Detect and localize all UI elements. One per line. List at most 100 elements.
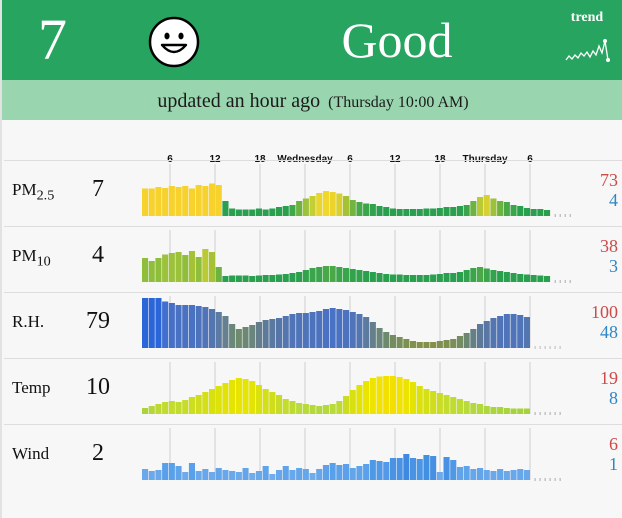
reading-bar <box>544 276 551 282</box>
row-divider <box>4 358 622 359</box>
reading-bar <box>363 464 370 480</box>
reading-bar <box>242 468 249 480</box>
metric-name: PM10 <box>12 246 51 270</box>
reading-bar <box>470 201 477 216</box>
empty-slot-tick <box>554 412 556 415</box>
reading-bar <box>235 378 242 414</box>
reading-bar <box>523 274 530 282</box>
reading-bar <box>142 188 149 216</box>
trend-button[interactable]: trend <box>558 8 618 68</box>
reading-bar <box>523 317 530 348</box>
reading-bar <box>497 271 504 282</box>
metric-row[interactable]: Temp 10 19 8 <box>2 358 622 424</box>
reading-bar <box>168 401 175 414</box>
metric-row[interactable]: PM10 4 38 3 <box>2 226 622 292</box>
reading-bar <box>463 270 470 282</box>
empty-slot-tick <box>544 346 546 349</box>
reading-bar <box>222 276 229 282</box>
update-status-bar: updated an hour ago (Thursday 10:00 AM) <box>2 80 622 120</box>
reading-bar <box>296 201 303 216</box>
metric-name: Temp <box>12 378 51 397</box>
reading-bar <box>296 313 303 348</box>
reading-bar <box>497 407 504 414</box>
reading-bar <box>403 275 410 282</box>
metric-row[interactable]: PM2.5 7 73 4 <box>2 160 622 226</box>
reading-bar <box>443 273 450 282</box>
update-absolute-time: (Thursday 10:00 AM) <box>328 94 469 111</box>
reading-bar <box>369 460 376 480</box>
reading-bar <box>436 393 443 414</box>
reading-bar <box>222 383 229 414</box>
reading-bar <box>302 270 309 282</box>
reading-bar <box>182 186 189 216</box>
metric-max-value: 19 <box>600 368 618 388</box>
reading-bar <box>229 380 236 414</box>
smiley-face-icon <box>148 16 200 68</box>
reading-bar <box>235 209 242 216</box>
reading-bar <box>530 209 537 216</box>
reading-bar <box>142 258 149 282</box>
reading-bar <box>369 322 376 348</box>
reading-bar <box>369 378 376 414</box>
reading-bar <box>302 198 309 216</box>
metric-name: R.H. <box>12 312 45 331</box>
reading-bar <box>410 209 417 216</box>
metric-row[interactable]: Wind 2 6 1 <box>2 424 622 490</box>
header-bar: 7 Good trend <box>2 0 622 80</box>
reading-bar <box>302 313 309 348</box>
reading-bar <box>416 386 423 414</box>
reading-bar <box>503 408 510 414</box>
reading-bar <box>195 306 202 348</box>
reading-bar <box>530 275 537 282</box>
reading-bar <box>470 403 477 414</box>
reading-bar <box>416 209 423 216</box>
reading-bar <box>490 407 497 414</box>
reading-bar <box>416 275 423 282</box>
reading-bar <box>229 275 236 282</box>
reading-bar <box>410 458 417 480</box>
reading-bar <box>369 272 376 282</box>
reading-bar <box>497 316 504 348</box>
reading-bar <box>255 471 262 480</box>
reading-bar <box>249 473 256 480</box>
reading-bar <box>222 470 229 480</box>
reading-bar <box>383 376 390 414</box>
reading-bar <box>235 329 242 348</box>
reading-bar <box>202 469 209 480</box>
empty-slot-tick <box>534 412 536 415</box>
reading-bar <box>155 258 162 282</box>
empty-slot-tick <box>559 412 561 415</box>
reading-bar <box>168 303 175 348</box>
reading-bar <box>456 336 463 348</box>
reading-bar <box>396 377 403 414</box>
reading-bar <box>389 208 396 216</box>
reading-bar <box>195 395 202 414</box>
metric-row[interactable]: R.H. 79 100 48 <box>2 292 622 358</box>
reading-bar <box>289 470 296 480</box>
metric-current-value: 4 <box>92 242 104 268</box>
reading-bar <box>470 469 477 480</box>
reading-bar <box>383 274 390 282</box>
reading-bar <box>175 305 182 348</box>
reading-bar <box>302 404 309 414</box>
metric-min-value: 3 <box>609 256 618 276</box>
reading-bar <box>242 379 249 414</box>
reading-bar <box>430 342 437 348</box>
reading-bar <box>262 209 269 216</box>
reading-bar <box>282 274 289 282</box>
reading-bar <box>182 305 189 348</box>
row-divider <box>4 292 622 293</box>
status-label: Good <box>341 12 453 68</box>
reading-bar <box>148 188 155 216</box>
aqi-value: 7 <box>38 7 67 72</box>
reading-bar <box>503 314 510 348</box>
reading-bar <box>242 275 249 282</box>
reading-bar <box>443 207 450 216</box>
reading-bar <box>430 391 437 414</box>
reading-bar <box>376 206 383 216</box>
reading-bar <box>155 187 162 216</box>
reading-bar <box>269 474 276 480</box>
reading-bar <box>155 298 162 348</box>
dashboard-frame: 7 Good trend updated an hour ago (Thursd… <box>0 0 622 518</box>
reading-bar <box>262 389 269 414</box>
